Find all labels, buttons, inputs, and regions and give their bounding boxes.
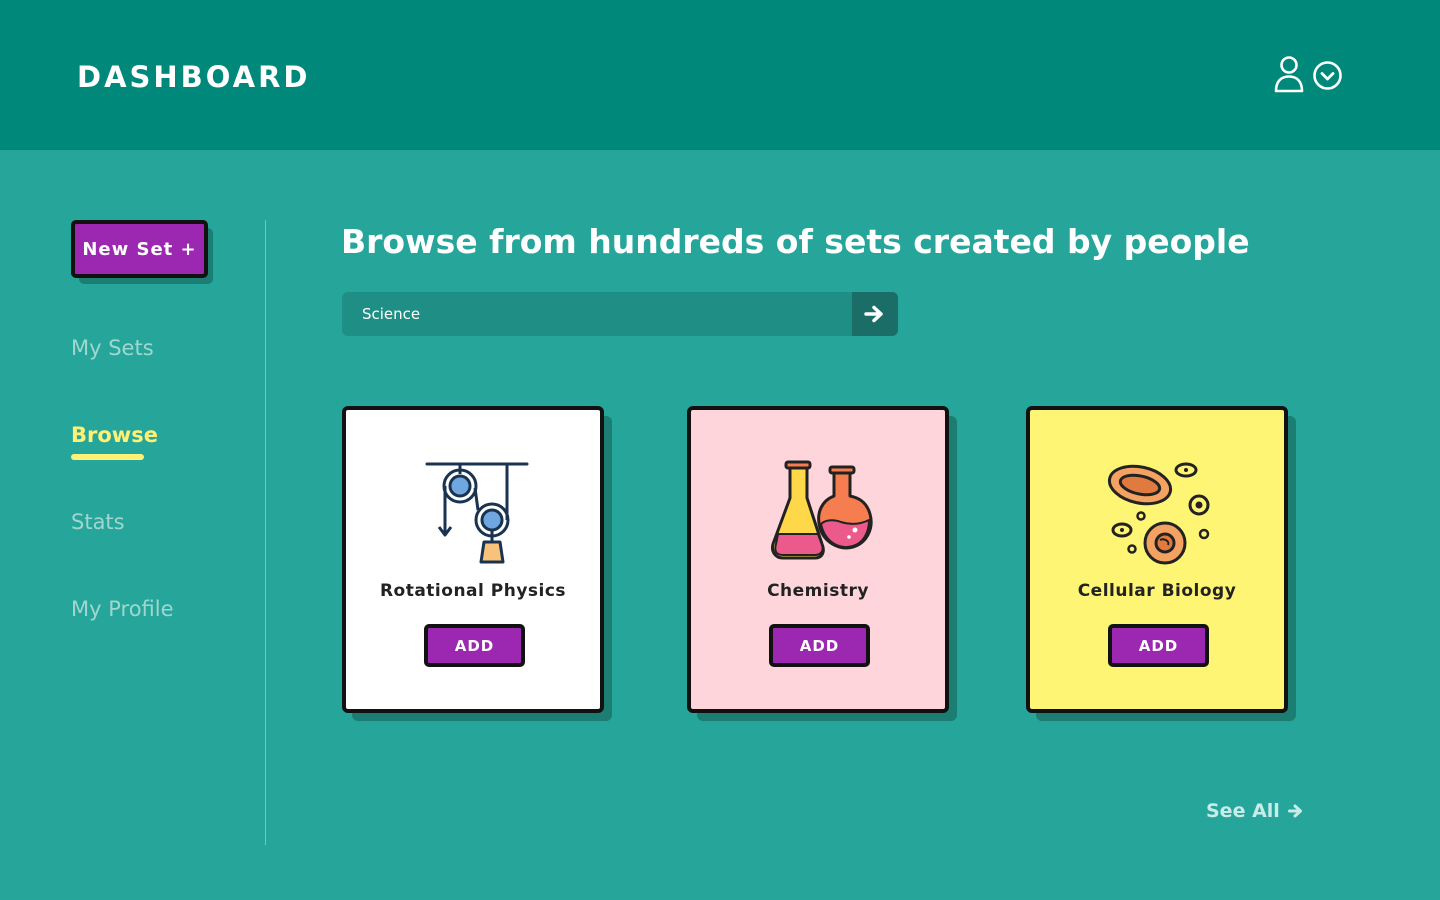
card-title: Chemistry [767,581,869,601]
card-title: Cellular Biology [1077,581,1237,601]
search-input[interactable] [342,292,852,336]
see-all-link[interactable]: See All [1206,800,1304,822]
card-body: Chemistry ADD [687,406,949,713]
see-all-label: See All [1206,800,1280,822]
page-heading: Browse from hundreds of sets created by … [341,222,1250,261]
add-button[interactable]: ADD [424,624,525,667]
add-button[interactable]: ADD [1108,624,1209,667]
user-icon[interactable] [1273,55,1305,93]
sidebar-item-browse[interactable]: Browse [71,423,158,447]
sidebar-divider [265,220,266,845]
header-bar: DASHBOARD [0,0,1440,150]
active-nav-indicator [71,454,144,460]
app-title: DASHBOARD [77,60,311,94]
cells-icon [1107,462,1210,565]
add-button[interactable]: ADD [769,624,870,667]
search-submit-button[interactable] [852,292,898,336]
sidebar-item-my-sets[interactable]: My Sets [71,336,154,360]
set-card-rotational-physics: Rotational Physics ADD [342,406,612,721]
pulley-icon [425,462,529,564]
arrow-right-icon [864,305,883,323]
set-card-chemistry: Chemistry ADD [687,406,957,721]
card-body: Cellular Biology ADD [1026,406,1288,713]
sidebar-item-my-profile[interactable]: My Profile [71,597,174,621]
new-set-button[interactable]: New Set + [71,220,208,278]
flasks-icon [771,460,873,560]
card-body: Rotational Physics ADD [342,406,604,713]
set-card-cellular-biology: Cellular Biology ADD [1026,406,1296,721]
card-title: Rotational Physics [379,581,567,601]
chevron-down-circle-icon[interactable] [1312,60,1343,91]
arrow-right-icon [1287,804,1302,818]
new-set-container: New Set + [71,220,213,284]
sidebar-item-stats[interactable]: Stats [71,510,125,534]
search-bar [342,292,898,336]
